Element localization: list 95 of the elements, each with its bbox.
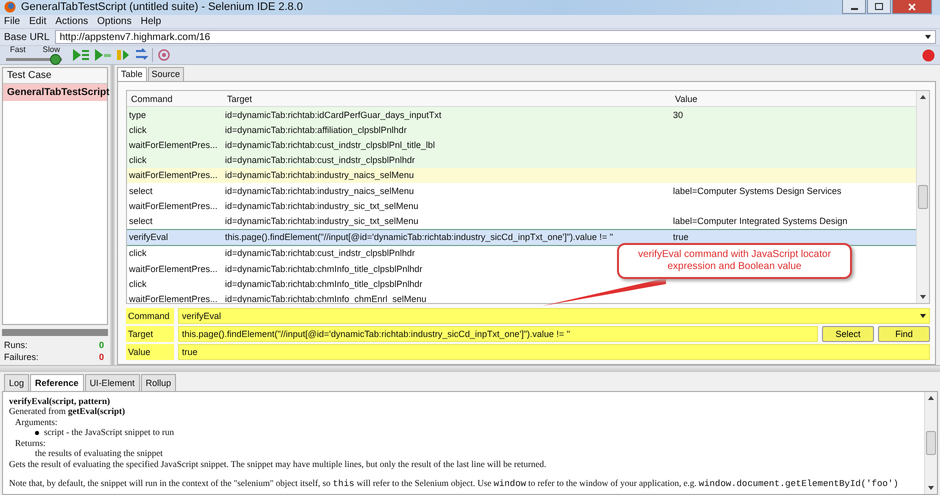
table-cell: click [129, 278, 146, 289]
table-cell: select [129, 186, 153, 196]
runs-label: Runs: [4, 340, 28, 350]
menu-item[interactable]: Edit [29, 16, 46, 28]
table-cell: id=dynamicTab:richtab:cust_indstr_clpsblPnlhdr [225, 155, 415, 166]
play-all-icon[interactable] [72, 48, 90, 62]
returns-label: Returns: [15, 438, 46, 448]
table-cell: this.page().findElement("//input[@id='dynamicTab:richtab:industry_sicCd_inpTxt_one']").value != '' [225, 232, 614, 242]
table-cell: click [129, 155, 146, 166]
table-cell: 30 [673, 110, 684, 120]
window-title: GeneralTabTestScript (untitled suite) - Selenium IDE 2.8.0 [21, 1, 304, 14]
test-case-item[interactable]: GeneralTabTestScript [3, 84, 107, 102]
table-row[interactable]: verifyEval this.page().findElement("//input[@id='dynamicTab:richtab:industry_sicCd_inpTxt_one']").value != '' true [127, 228, 916, 246]
callout-tooltip: verifyEval command with JavaScript locator expression and Boolean value [617, 243, 852, 280]
speed-slow-label: Slow [42, 46, 60, 54]
table-cell: id=dynamicTab:richtab:industry_sic_txt_selMenu [225, 200, 418, 211]
menu-item[interactable]: Actions [55, 16, 88, 28]
arguments-label: Arguments: [15, 416, 58, 428]
command-label: Command [126, 308, 174, 324]
menu-item[interactable]: Options [97, 16, 132, 28]
argument-text: script - the JavaScript snippet to run [44, 427, 174, 438]
table-row[interactable]: waitForElementPres... id=dynamicTab:richtab:industry_naics_selMenu [127, 168, 916, 184]
minimize-button[interactable] [842, 0, 866, 14]
table-cell: id=dynamicTab:richtab:industry_naics_selMenu [225, 170, 414, 180]
table-cell: true [673, 232, 689, 242]
panel-tab[interactable]: Reference [30, 374, 84, 391]
returns-text: the results of evaluating the snippet [34, 448, 164, 459]
column-header[interactable]: Command [127, 94, 225, 104]
table-cell: id=dynamicTab:richtab:cust_indstr_clpsblPnl_title_lbl [225, 140, 435, 150]
bullet-icon [35, 430, 39, 435]
speed-fast-label: Fast [10, 46, 26, 54]
close-button[interactable] [892, 0, 932, 14]
pause-icon[interactable] [116, 48, 130, 62]
target-field[interactable]: this.page().findElement("//input[@id='dynamicTab:richtab:industry_sicCd_inpTxt_one']").value != '' [178, 326, 818, 342]
panel-tab[interactable]: Rollup [140, 374, 176, 391]
table-cell: id=dynamicTab:richtab:chmInfo_title_clpsblPnlhdr [225, 264, 422, 274]
slider-thumb[interactable] [50, 54, 61, 65]
table-cell: label=Computer Systems Design Services [673, 186, 842, 196]
runs-count: 0 [98, 340, 104, 350]
editor-button[interactable]: Select [822, 326, 874, 342]
close-icon [908, 2, 916, 10]
scrollbar-thumb[interactable] [926, 430, 936, 455]
maximize-button[interactable] [867, 0, 891, 14]
editor-button[interactable]: Find [878, 326, 930, 342]
column-header: Test Case [3, 68, 107, 84]
table-cell: label=Computer Integrated Systems Design [673, 216, 848, 226]
play-icon[interactable] [94, 48, 112, 62]
splitter-handle[interactable] [110, 65, 115, 366]
table-row[interactable]: click id=dynamicTab:richtab:cust_indstr_clpsblPnlhdr [127, 152, 916, 168]
table-row[interactable]: waitForElementPres... id=dynamicTab:richtab:cust_indstr_clpsblPnl_title_lbl [127, 137, 916, 153]
value-field[interactable]: true [178, 344, 930, 360]
function-signature: verifyEval(script, pattern) [9, 396, 111, 406]
table-cell: id=dynamicTab:richtab:industry_sic_txt_selMenu [225, 216, 418, 226]
splitter-handle[interactable] [0, 365, 940, 372]
table-cell: verifyEval [129, 232, 168, 242]
target-label: Target [126, 326, 174, 342]
scrollbar-thumb[interactable] [918, 185, 928, 210]
table-cell: select [129, 216, 153, 226]
dropdown-caret-icon[interactable] [925, 35, 931, 40]
fox-logo-icon[interactable] [4, 1, 16, 14]
table-cell: waitForElementPres... [129, 140, 218, 150]
menu-item[interactable]: Help [140, 16, 162, 28]
description-text: Gets the result of evaluating the specified JavaScript snippet. The snippet may have multiple lines, but only the result of the last line will be returned. [9, 458, 548, 470]
table-cell: id=dynamicTab:richtab:chmInfo_title_clpsblPnlhdr [225, 278, 422, 289]
base-url-label: Base URL [4, 32, 50, 43]
base-url-field[interactable]: http://appstenv7.highmark.com/16 [54, 30, 936, 44]
column-header[interactable]: Target [225, 94, 673, 104]
table-cell: click [129, 248, 146, 258]
table-cell: type [129, 110, 146, 120]
column-header[interactable]: Value [673, 94, 916, 104]
table-cell: id=dynamicTab:richtab:idCardPerfGuar_days_inputTxt [225, 110, 442, 120]
table-cell: id=dynamicTab:richtab:industry_naics_selMenu [225, 186, 414, 196]
menu-item[interactable]: File [4, 16, 20, 28]
dropdown-caret-icon[interactable] [920, 314, 926, 318]
table-row[interactable]: type id=dynamicTab:richtab:idCardPerfGuar_days_inputTxt 30 [127, 107, 916, 122]
panel-tab[interactable]: UI-Element [84, 374, 140, 391]
panel-tab[interactable]: Log [4, 374, 30, 391]
command-field[interactable]: verifyEval [178, 308, 930, 324]
failures-label: Failures: [4, 352, 39, 362]
table-cell: waitForElementPres... [129, 294, 218, 304]
table-cell: waitForElementPres... [129, 200, 218, 211]
editor-tab[interactable]: Source [148, 67, 184, 82]
failures-count: 0 [98, 352, 104, 362]
table-cell: id=dynamicTab:richtab:affiliation_clpsblPnlhdr [225, 124, 407, 135]
table-cell: waitForElementPres... [129, 264, 218, 274]
step-icon[interactable] [134, 48, 148, 62]
generated-from-text: Generated from getEval(script) [9, 406, 126, 417]
table-cell: waitForElementPres... [129, 170, 218, 180]
editor-tab[interactable]: Table [117, 67, 147, 82]
table-cell: id=dynamicTab:richtab:cust_indstr_clpsblPnlhdr [225, 248, 415, 258]
record-button-icon[interactable] [922, 48, 935, 62]
value-label: Value [126, 344, 174, 360]
table-row[interactable]: click id=dynamicTab:richtab:affiliation_clpsblPnlhdr [127, 122, 916, 138]
note-text: Note that, by default, the snippet will run in the context of the "selenium" object itself, so this will refer to the Selenium object. Use window to refer to the window of your application, e.g. window.document.getElementById('foo') [9, 478, 900, 490]
table-cell: click [129, 124, 146, 135]
